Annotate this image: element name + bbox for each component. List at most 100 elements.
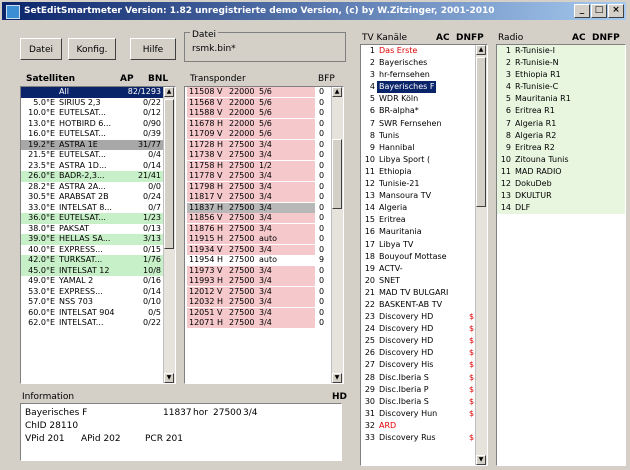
scroll-down-icon[interactable]: ▼ xyxy=(164,373,174,383)
tv-row[interactable]: 19 ACTV- xyxy=(361,263,487,275)
scroll-up-icon[interactable]: ▲ xyxy=(332,87,342,97)
radio-row[interactable]: 8 Algeria R2 xyxy=(497,130,625,142)
radio-row[interactable]: 7 Algeria R1 xyxy=(497,118,625,130)
sat-row[interactable]: 53.0°E EXPRESS... 0/14 xyxy=(21,287,175,298)
sat-row[interactable]: 28.2°E ASTRA 2A... 0/0 xyxy=(21,182,175,193)
scroll-up-icon[interactable]: ▲ xyxy=(164,87,174,97)
tv-row[interactable]: 13 Mansoura TV xyxy=(361,190,487,202)
minimize-button[interactable]: _ xyxy=(574,4,590,18)
tv-channel-list[interactable]: 1 Das Erste 2 Bayerisches 3 hr-fernsehen 4 Baye… xyxy=(360,44,488,466)
tv-row[interactable]: 1 Das Erste xyxy=(361,45,487,57)
tp-row[interactable]: 11758 H 27500 1/2 0 xyxy=(185,160,343,172)
tp-row[interactable]: 11508 V 22000 5/6 0 xyxy=(185,87,343,98)
tp-row[interactable]: 11709 V 22000 5/6 0 xyxy=(185,129,343,140)
tv-row[interactable]: 26 Discovery HD $ xyxy=(361,347,487,359)
radio-row[interactable]: 5 Mauritania R1 xyxy=(497,93,625,105)
sat-row[interactable]: 49.0°E YAMAL 2 0/16 xyxy=(21,276,175,287)
sat-row[interactable]: 45.0°E INTELSAT 12 10/8 xyxy=(21,265,175,276)
radio-row[interactable]: 6 Eritrea R1 xyxy=(497,105,625,117)
maximize-button[interactable]: □ xyxy=(591,4,607,18)
scroll-down-icon[interactable]: ▼ xyxy=(332,373,342,383)
tv-row[interactable]: 12 Tunisie-21 xyxy=(361,178,487,190)
tp-row[interactable]: 11568 V 22000 5/6 0 xyxy=(185,97,343,109)
sat-row[interactable]: 23.5°E ASTRA 1D... 0/14 xyxy=(21,161,175,172)
tp-row[interactable]: 11856 V 27500 3/4 0 xyxy=(185,213,343,224)
radio-row[interactable]: 3 Ethiopia R1 xyxy=(497,69,625,81)
sat-row[interactable]: 26.0°E BADR-2,3... 21/41 xyxy=(21,171,175,182)
tp-row[interactable]: 11738 V 27500 3/4 0 xyxy=(185,150,343,161)
tp-row[interactable]: 12051 V 27500 3/4 0 xyxy=(185,307,343,319)
sat-row[interactable]: 13.0°E HOTBIRD 6... 0/90 xyxy=(21,119,175,130)
tv-row[interactable]: 18 Bouyouf Mottase xyxy=(361,251,487,263)
sat-row[interactable]: 5.0°E SIRIUS 2,3 0/22 xyxy=(21,98,175,109)
scroll-up-icon[interactable]: ▲ xyxy=(476,45,486,55)
datei-button[interactable]: Datei xyxy=(20,38,62,60)
tv-row[interactable]: 11 Ethiopia xyxy=(361,166,487,178)
tp-row[interactable]: 11817 V 27500 3/4 0 xyxy=(185,192,343,203)
sat-row[interactable]: 57.0°E NSS 703 0/10 xyxy=(21,297,175,308)
tp-row[interactable]: 11837 H 27500 3/4 0 xyxy=(185,202,343,214)
tv-row[interactable]: 32 ARD xyxy=(361,420,487,432)
tv-row[interactable]: 23 Discovery HD $ xyxy=(361,311,487,323)
tv-row[interactable]: 21 MAD TV BULGARI xyxy=(361,287,487,299)
tv-row[interactable]: 9 Hannibal xyxy=(361,142,487,154)
tv-row[interactable]: 24 Discovery HD $ xyxy=(361,323,487,335)
sat-row[interactable]: 33.0°E INTELSAT 8... 0/7 xyxy=(21,203,175,214)
sat-scrollbar[interactable]: ▲ ▼ xyxy=(163,87,175,383)
tv-row[interactable]: 8 Tunis xyxy=(361,130,487,142)
radio-channel-list[interactable]: 1 R-Tunisie-I 2 R-Tunisie-N 3 Ethiopia R1 4 R-T… xyxy=(496,44,626,466)
sat-row[interactable]: 40.0°E EXPRESS... 0/15 xyxy=(21,245,175,256)
sat-row[interactable]: 30.5°E ARABSAT 2B 0/24 xyxy=(21,192,175,203)
tv-row[interactable]: 3 hr-fernsehen xyxy=(361,69,487,81)
tp-row[interactable]: 11678 H 22000 5/6 0 xyxy=(185,118,343,130)
radio-row[interactable]: 12 DokuDeb xyxy=(497,178,625,190)
sat-row[interactable]: 36.0°E EUTELSAT... 1/23 xyxy=(21,213,175,224)
tv-row[interactable]: 14 Algeria xyxy=(361,202,487,214)
tv-row[interactable]: 4 Bayerisches F xyxy=(361,81,487,94)
tv-row[interactable]: 33 Discovery Rus $ xyxy=(361,432,487,444)
scroll-down-icon[interactable]: ▼ xyxy=(476,455,486,465)
transponder-list[interactable]: 11508 V 22000 5/6 0 11568 V 22000 5/6 0 11588 V 2200… xyxy=(184,86,344,384)
tv-row[interactable]: 17 Libya TV xyxy=(361,239,487,251)
tp-row[interactable]: 12071 H 27500 3/4 0 xyxy=(185,318,343,329)
tp-row[interactable]: 11798 H 27500 3/4 0 xyxy=(185,181,343,193)
tv-row[interactable]: 28 Disc.Iberia S $ xyxy=(361,372,487,384)
radio-row[interactable]: 9 Eritrea R2 xyxy=(497,142,625,154)
sat-row[interactable]: 60.0°E INTELSAT 904 0/5 xyxy=(21,308,175,319)
tp-scrollbar[interactable]: ▲ ▼ xyxy=(331,87,343,383)
tv-row[interactable]: 16 Mauritania xyxy=(361,226,487,238)
tp-row[interactable]: 11993 H 27500 3/4 0 xyxy=(185,276,343,287)
scroll-thumb[interactable] xyxy=(164,99,174,249)
sat-row[interactable]: 16.0°E EUTELSAT... 0/39 xyxy=(21,129,175,140)
sat-row[interactable]: 19.2°E ASTRA 1E 31/77 xyxy=(21,139,175,150)
tv-row[interactable]: 22 BASKENT-AB TV xyxy=(361,299,487,311)
sat-row[interactable]: 10.0°E EUTELSAT... 0/12 xyxy=(21,108,175,119)
sat-row[interactable]: 39.0°E HELLAS SA... 3/13 xyxy=(21,234,175,245)
satellite-list[interactable]: All 82/1293 5.0°E SIRIUS 2,3 0/22 10.0°E EUTEL… xyxy=(20,86,176,384)
tv-row[interactable]: 30 Disc.Iberia S $ xyxy=(361,396,487,408)
tp-row[interactable]: 12012 V 27500 3/4 0 xyxy=(185,286,343,298)
hilfe-button[interactable]: Hilfe xyxy=(130,38,176,60)
tp-row[interactable]: 11876 H 27500 3/4 0 xyxy=(185,223,343,235)
tv-row[interactable]: 6 BR-alpha* xyxy=(361,105,487,117)
tv-row[interactable]: 20 SNET xyxy=(361,275,487,287)
radio-row[interactable]: 4 R-Tunisie-C xyxy=(497,81,625,93)
close-button[interactable]: × xyxy=(608,4,624,18)
tv-row[interactable]: 7 SWR Fernsehen xyxy=(361,118,487,130)
tp-row[interactable]: 11728 H 27500 3/4 0 xyxy=(185,139,343,151)
radio-row[interactable]: 10 Zitouna Tunis xyxy=(497,154,625,166)
tv-row[interactable]: 27 Discovery His $ xyxy=(361,359,487,371)
scroll-thumb[interactable] xyxy=(476,57,486,207)
sat-row[interactable]: 62.0°E INTELSAT... 0/22 xyxy=(21,318,175,329)
tv-scrollbar[interactable]: ▲ ▼ xyxy=(475,45,487,465)
tv-row[interactable]: 2 Bayerisches xyxy=(361,57,487,69)
tv-row[interactable]: 5 WDR Köln xyxy=(361,93,487,105)
tp-row[interactable]: 11915 H 27500 auto 0 xyxy=(185,234,343,245)
radio-row[interactable]: 14 DLF xyxy=(497,202,625,214)
tp-row[interactable]: 11778 V 27500 3/4 0 xyxy=(185,171,343,182)
sat-row[interactable]: 42.0°E TURKSAT... 1/76 xyxy=(21,255,175,266)
konfig-button[interactable]: Konfig. xyxy=(68,38,116,60)
tv-row[interactable]: 31 Discovery Hun $ xyxy=(361,408,487,420)
sat-row[interactable]: 38.0°E PAKSAT 0/13 xyxy=(21,224,175,235)
scroll-thumb[interactable] xyxy=(332,139,342,209)
